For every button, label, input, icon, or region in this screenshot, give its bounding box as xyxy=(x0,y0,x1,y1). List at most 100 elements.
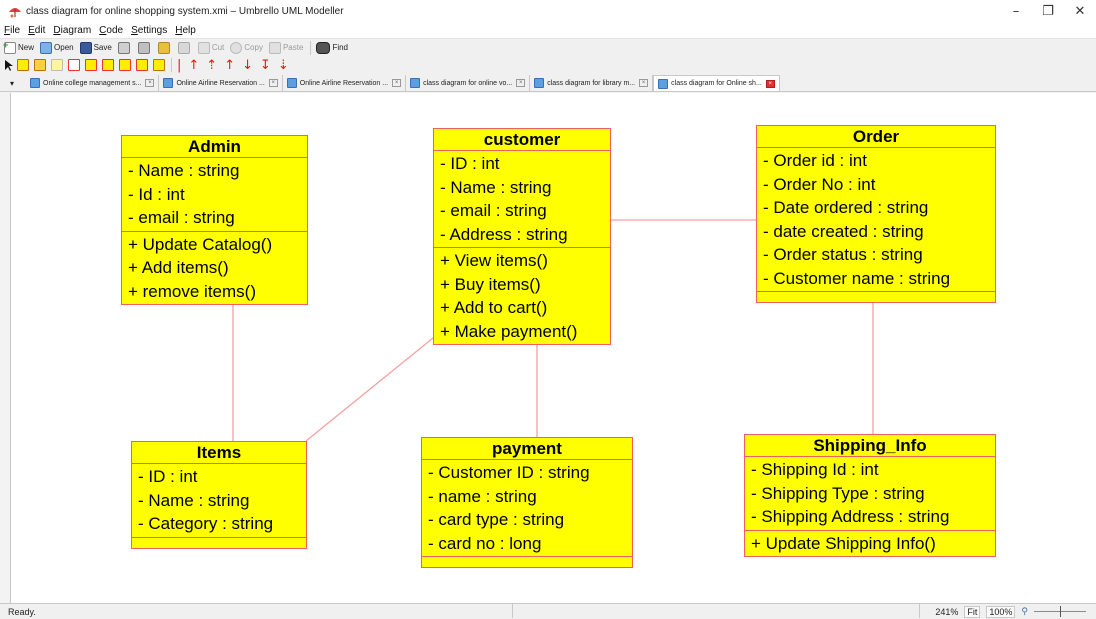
tab-diagram-1[interactable]: Online college management s... × xyxy=(26,75,160,91)
operation[interactable]: + Add items() xyxy=(128,256,307,280)
title-bar: class diagram for online shopping system… xyxy=(0,0,1096,22)
attribute[interactable]: - Order No : int xyxy=(763,173,995,197)
dependency-tool-icon[interactable]: ↑ xyxy=(224,59,235,72)
box-tool-icon[interactable] xyxy=(68,59,80,71)
containment-tool-icon[interactable]: ⇣ xyxy=(278,59,289,72)
minimize-button[interactable]: – xyxy=(1000,0,1032,22)
composition-tool-icon[interactable]: ↧ xyxy=(260,59,271,72)
operation[interactable]: + Update Catalog() xyxy=(128,233,307,257)
diagram-canvas[interactable]: Admin - Name : string - Id : int - email… xyxy=(10,93,1096,603)
new-label: New xyxy=(18,43,35,52)
attribute[interactable]: - Name : string xyxy=(128,159,307,183)
zoom-slider-handle[interactable] xyxy=(1060,606,1061,617)
attribute[interactable]: - Date ordered : string xyxy=(763,196,995,220)
generalization-tool-icon[interactable]: ↑ xyxy=(188,59,199,72)
attribute[interactable]: - name : string xyxy=(428,485,632,509)
class-customer[interactable]: customer - ID : int - Name : string - em… xyxy=(433,128,611,345)
attribute[interactable]: - Order id : int xyxy=(763,149,995,173)
attribute[interactable]: - Order status : string xyxy=(763,243,995,267)
aggregation-tool-icon[interactable]: ↓ xyxy=(242,59,253,72)
tab-diagram-2[interactable]: Online Airline Reservation ... × xyxy=(159,75,283,91)
tab-close-icon[interactable]: × xyxy=(268,79,278,87)
undo-button[interactable] xyxy=(157,41,172,54)
attribute[interactable]: - Shipping Address : string xyxy=(751,505,995,529)
zoom-fit-button[interactable]: Fit xyxy=(964,605,981,618)
attribute[interactable]: - Customer ID : string xyxy=(428,461,632,485)
operation[interactable]: + remove items() xyxy=(128,280,307,304)
menu-code[interactable]: Code xyxy=(99,25,123,36)
tab-close-icon[interactable]: × xyxy=(145,79,155,87)
attribute[interactable]: - ID : int xyxy=(138,465,306,489)
realization-tool-icon[interactable]: ⇡ xyxy=(206,59,217,72)
attribute[interactable]: - Name : string xyxy=(440,176,610,200)
main-toolbar: + New Open Save Cut Copy Paste Find xyxy=(0,38,1096,56)
class-order[interactable]: Order - Order id : int - Order No : int … xyxy=(756,125,996,303)
attribute[interactable]: - date created : string xyxy=(763,220,995,244)
attribute[interactable]: - card no : long xyxy=(428,532,632,556)
menu-file[interactable]: File xyxy=(4,25,20,36)
find-button[interactable]: Find xyxy=(316,41,348,54)
enum-tool-icon[interactable] xyxy=(119,59,131,71)
attribute[interactable]: - Shipping Id : int xyxy=(751,458,995,482)
attribute[interactable]: - Id : int xyxy=(128,183,307,207)
class-shipping-info[interactable]: Shipping_Info - Shipping Id : int - Ship… xyxy=(744,434,996,557)
association-customer-items[interactable] xyxy=(305,337,434,442)
menu-settings[interactable]: Settings xyxy=(131,25,167,36)
redo-button[interactable] xyxy=(177,41,192,54)
open-button[interactable]: Open xyxy=(40,41,74,54)
operation[interactable]: + View items() xyxy=(440,249,610,273)
operation[interactable]: + Update Shipping Info() xyxy=(751,532,995,556)
tab-diagram-6[interactable]: class diagram for Online sh... × xyxy=(653,75,780,91)
print-button[interactable] xyxy=(117,41,132,54)
zoom-slider[interactable] xyxy=(1034,606,1086,617)
attribute[interactable]: - Customer name : string xyxy=(763,267,995,291)
tab-close-icon[interactable]: × xyxy=(516,79,526,87)
association-tool-icon[interactable]: | xyxy=(177,59,181,72)
zoom-out-icon[interactable]: ⚲ xyxy=(1021,607,1028,617)
save-button[interactable]: Save xyxy=(79,41,112,54)
attribute[interactable]: - Address : string xyxy=(440,223,610,247)
select-tool-icon[interactable] xyxy=(4,59,13,71)
zoom-100-button[interactable]: 100% xyxy=(986,605,1016,618)
close-button[interactable]: ✕ xyxy=(1064,0,1096,22)
menu-edit[interactable]: Edit xyxy=(28,25,45,36)
attribute[interactable]: - Name : string xyxy=(138,489,306,513)
tab-diagram-4[interactable]: class diagram for online vo... × xyxy=(406,75,531,91)
attribute[interactable]: - email : string xyxy=(128,206,307,230)
tab-diagram-3[interactable]: Online Airline Reservation ... × xyxy=(283,75,407,91)
class-admin[interactable]: Admin - Name : string - Id : int - email… xyxy=(121,135,308,305)
paste-button[interactable]: Paste xyxy=(268,41,303,54)
diagram-icon xyxy=(30,78,40,88)
print-preview-button[interactable] xyxy=(137,41,152,54)
menu-help[interactable]: Help xyxy=(175,25,196,36)
interface-tool-icon[interactable] xyxy=(85,59,97,71)
class-tool-icon[interactable] xyxy=(17,59,29,71)
template-tool-icon[interactable] xyxy=(153,59,165,71)
class-payment[interactable]: payment - Customer ID : string - name : … xyxy=(421,437,633,568)
operation[interactable]: + Make payment() xyxy=(440,320,610,344)
datatype-tool-icon[interactable] xyxy=(102,59,114,71)
restore-button[interactable]: ❐ xyxy=(1032,0,1064,22)
cut-button[interactable]: Cut xyxy=(197,41,224,54)
attribute[interactable]: - ID : int xyxy=(440,152,610,176)
tab-list-menu-icon[interactable]: ▾ xyxy=(4,75,20,91)
tab-close-icon[interactable]: × xyxy=(392,79,402,87)
status-bar: Ready. 241% Fit 100% ⚲ xyxy=(0,603,1096,619)
component-tool-icon[interactable] xyxy=(51,59,63,71)
tab-close-icon[interactable]: × xyxy=(639,79,649,87)
class-items[interactable]: Items - ID : int - Name : string - Categ… xyxy=(131,441,307,549)
tab-diagram-5[interactable]: class diagram for library m... × xyxy=(530,75,654,91)
attribute[interactable]: - email : string xyxy=(440,199,610,223)
copy-button[interactable]: Copy xyxy=(230,41,263,54)
menu-diagram[interactable]: Diagram xyxy=(53,25,91,36)
new-button[interactable]: + New xyxy=(3,40,35,54)
entity-tool-icon[interactable] xyxy=(136,59,148,71)
package-tool-icon[interactable] xyxy=(34,59,46,71)
operation[interactable]: + Add to cart() xyxy=(440,296,610,320)
umbrello-app-icon xyxy=(9,8,21,18)
tab-close-icon[interactable]: × xyxy=(765,79,775,88)
operation[interactable]: + Buy items() xyxy=(440,273,610,297)
attribute[interactable]: - Shipping Type : string xyxy=(751,482,995,506)
attribute[interactable]: - card type : string xyxy=(428,508,632,532)
attribute[interactable]: - Category : string xyxy=(138,512,306,536)
